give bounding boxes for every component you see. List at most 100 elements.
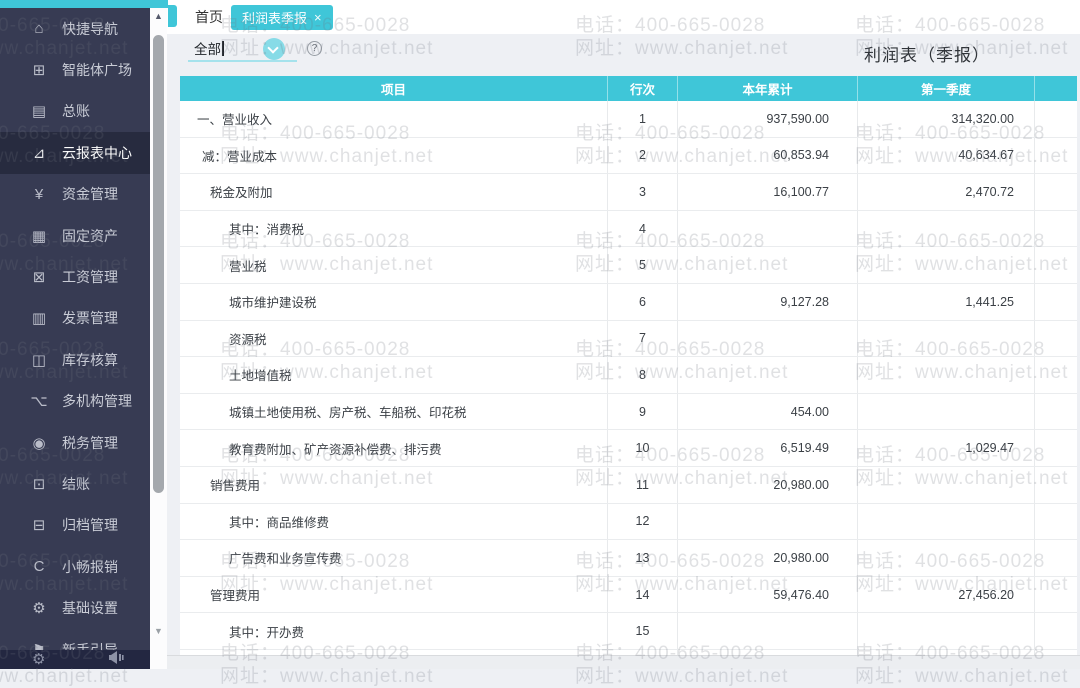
sidebar-item-label: 基础设置	[62, 600, 118, 617]
cell-item: 其中：商品维修费	[180, 503, 608, 540]
cell-line-number: 11	[608, 466, 678, 503]
sidebar-item-beginner-guide[interactable]: ⚑ 新手引导	[0, 629, 150, 650]
cell-filler	[1035, 577, 1077, 613]
cell-q1-amount	[858, 247, 1035, 283]
cell-ytd-amount	[678, 320, 858, 357]
cell-line-number: 14	[608, 576, 678, 613]
table-row: 土地增值税 8	[180, 357, 1077, 394]
sidebar-item-payroll[interactable]: ⊠ 工资管理	[0, 256, 150, 297]
tab-bar: 首页 利润表季报 ×	[167, 0, 1080, 34]
sidebar-item-funds-management[interactable]: ¥ 资金管理	[0, 174, 150, 215]
tab-scroll-sliver[interactable]	[168, 5, 177, 27]
sidebar-item-archive-management[interactable]: ⊟ 归档管理	[0, 505, 150, 546]
table-row: 广告费和业务宣传费 13 20,980.00	[180, 540, 1077, 577]
sidebar-item-label: 云报表中心	[62, 144, 132, 161]
cell-item: 广告费和业务宣传费	[180, 540, 608, 576]
table-row: 其中：开办费 15	[180, 613, 1077, 650]
cell-filler	[1035, 174, 1077, 210]
org-chart-icon: ⌥	[30, 393, 48, 411]
sidebar-item-label: 总账	[62, 103, 90, 120]
cell-line-number: 8	[608, 357, 678, 393]
scrollbar-thumb[interactable]	[153, 35, 164, 493]
sidebar-item-label: 智能体广场	[62, 62, 132, 79]
payroll-icon: ⊠	[32, 269, 46, 287]
tab-profit-statement-quarterly[interactable]: 利润表季报 ×	[231, 5, 333, 30]
tax-stamp-icon: ◉	[32, 434, 46, 452]
sidebar-footer: ⚙	[0, 650, 150, 669]
cell-q1-amount	[858, 320, 1035, 357]
scroll-down-icon[interactable]: ▼	[150, 626, 167, 636]
cell-q1-amount	[858, 210, 1035, 247]
flag-icon: ⚑	[29, 641, 49, 650]
sidebar-item-label: 小畅报销	[62, 558, 118, 575]
ledger-icon: ▤	[31, 103, 47, 121]
cell-ytd-amount: 59,476.40	[678, 576, 858, 613]
money-bag-icon: ¥	[34, 185, 44, 203]
cell-item: 一、营业收入	[180, 101, 608, 137]
sidebar-item-multi-org[interactable]: ⌥ 多机构管理	[0, 381, 150, 422]
column-header: 行次	[608, 76, 678, 101]
cell-filler	[1035, 138, 1077, 174]
footer-gear-icon[interactable]: ⚙	[32, 650, 45, 669]
cell-ytd-amount	[678, 503, 858, 540]
table-row: 其中：商品维修费 12	[180, 503, 1077, 541]
sidebar-item-cloud-report-center[interactable]: ⊿ 云报表中心	[0, 132, 150, 174]
sidebar-item-basic-settings[interactable]: ⚙ 基础设置	[0, 587, 150, 628]
table-row: 营业税 5	[180, 247, 1077, 284]
speaker-icon[interactable]	[109, 650, 124, 669]
cell-item: 土地增值税	[180, 357, 608, 393]
cell-item: 教育费附加、矿产资源补偿费、排污费	[180, 430, 608, 466]
column-header: 项目	[180, 76, 608, 101]
sidebar-item-invoice-management[interactable]: ▥ 发票管理	[0, 298, 150, 339]
cell-line-number: 7	[608, 320, 678, 357]
cell-filler	[1035, 211, 1077, 247]
sidebar-item-general-ledger[interactable]: ▤ 总账	[0, 91, 150, 132]
cell-q1-amount	[858, 540, 1035, 576]
sidebar-item-agent-plaza[interactable]: ⊞ 智能体广场	[0, 49, 150, 90]
table-row: 税金及附加 3 16,100.77 2,470.72	[180, 174, 1077, 211]
horizontal-scrollbar-track[interactable]	[167, 655, 1080, 669]
cell-ytd-amount: 454.00	[678, 393, 858, 430]
home-icon: ⌂	[34, 20, 44, 38]
sidebar-scrollbar: ▲ ▼	[150, 0, 167, 669]
cell-item: 其中：开办费	[180, 613, 608, 649]
cell-ytd-amount	[678, 613, 858, 649]
cell-line-number: 4	[608, 210, 678, 247]
cell-ytd-amount	[678, 247, 858, 283]
cell-ytd-amount: 937,590.00	[678, 101, 858, 137]
sidebar-item-fixed-assets[interactable]: ▦ 固定资产	[0, 215, 150, 256]
report-table: 项目 行次 本年累计 第一季度 一、营业收入 1 937,590.00 314,320.00…	[180, 76, 1077, 655]
cell-ytd-amount: 6,519.49	[678, 430, 858, 466]
table-row: 教育费附加、矿产资源补偿费、排污费 10 6,519.49 1,029.47	[180, 430, 1077, 467]
sidebar-item-xiaochang-expense[interactable]: C 小畅报销	[0, 546, 150, 587]
report-scope-value: 全部	[194, 42, 221, 57]
sidebar-item-closing[interactable]: ⊡ 结账	[0, 463, 150, 504]
cell-ytd-amount: 20,980.00	[678, 540, 858, 576]
sidebar-item-quick-nav[interactable]: ⌂ 快捷导航	[0, 8, 150, 49]
table-body: 一、营业收入 1 937,590.00 314,320.00 减：营业成本 2 60,853…	[180, 101, 1077, 655]
dropdown-chevron-button[interactable]	[263, 38, 285, 60]
cell-q1-amount: 27,456.20	[858, 576, 1035, 613]
close-icon[interactable]: ×	[314, 10, 322, 25]
cell-ytd-amount: 9,127.28	[678, 283, 858, 320]
sidebar-item-tax-management[interactable]: ◉ 税务管理	[0, 422, 150, 463]
sidebar-item-label: 快捷导航	[62, 20, 118, 37]
text-cursor	[222, 40, 224, 56]
cell-filler	[1035, 247, 1077, 283]
tab-home[interactable]: 首页	[183, 5, 235, 30]
sidebar-item-label: 结账	[62, 475, 90, 492]
report-chart-icon: ⊿	[32, 144, 46, 162]
report-title: 利润表（季报）	[864, 46, 990, 65]
cell-line-number: 5	[608, 247, 678, 283]
cell-filler	[1035, 394, 1077, 430]
scroll-up-icon[interactable]: ▲	[150, 11, 167, 21]
sidebar-item-inventory[interactable]: ◫ 库存核算	[0, 339, 150, 380]
table-row: 城市维护建设税 6 9,127.28 1,441.25	[180, 283, 1077, 321]
cell-q1-amount	[858, 393, 1035, 430]
help-icon[interactable]: ?	[307, 41, 322, 56]
cell-line-number: 2	[608, 137, 678, 174]
sidebar-item-label: 发票管理	[62, 310, 118, 327]
table-header: 项目 行次 本年累计 第一季度	[180, 76, 1077, 101]
table-row: 一、营业收入 1 937,590.00 314,320.00	[180, 101, 1077, 138]
column-header: 本年累计	[678, 76, 858, 101]
